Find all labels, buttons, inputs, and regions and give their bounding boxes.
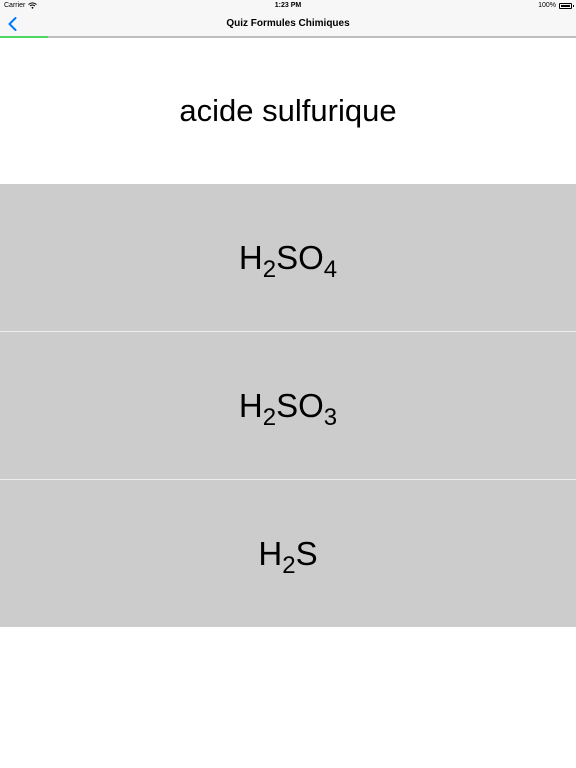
formula-subscript: 2 <box>262 403 277 431</box>
quiz-screen: Carrier 1:23 PM 100% Quiz Formules Chimi… <box>0 0 576 768</box>
formula-text: H <box>258 534 283 572</box>
formula-subscript: 2 <box>282 551 296 579</box>
formula-text: SO <box>276 386 324 424</box>
formula-subscript: 3 <box>323 403 338 431</box>
formula-text: H <box>238 386 263 424</box>
question-text: acide sulfurique <box>179 93 397 128</box>
answer-list: H2SO4 H2SO3 H2S <box>0 184 576 627</box>
answer-option-1[interactable]: H2SO4 <box>0 184 576 332</box>
status-time: 1:23 PM <box>274 2 302 9</box>
answer-formula: H2S <box>258 534 318 578</box>
answer-formula: H2SO4 <box>238 238 337 282</box>
status-right: 100% <box>538 2 574 9</box>
status-bar: Carrier 1:23 PM 100% <box>0 0 576 12</box>
formula-subscript: 4 <box>323 255 338 283</box>
navigation-bar: Quiz Formules Chimiques <box>0 12 576 37</box>
formula-text: H <box>238 238 263 276</box>
answer-option-2[interactable]: H2SO3 <box>0 332 576 480</box>
battery-percent: 100% <box>538 2 556 9</box>
answer-option-3[interactable]: H2S <box>0 480 576 627</box>
formula-text: S <box>295 534 318 572</box>
answer-formula: H2SO3 <box>238 386 337 430</box>
page-title: Quiz Formules Chimiques <box>226 18 350 29</box>
formula-subscript: 2 <box>262 255 277 283</box>
battery-icon <box>559 2 574 9</box>
formula-text: SO <box>276 238 324 276</box>
